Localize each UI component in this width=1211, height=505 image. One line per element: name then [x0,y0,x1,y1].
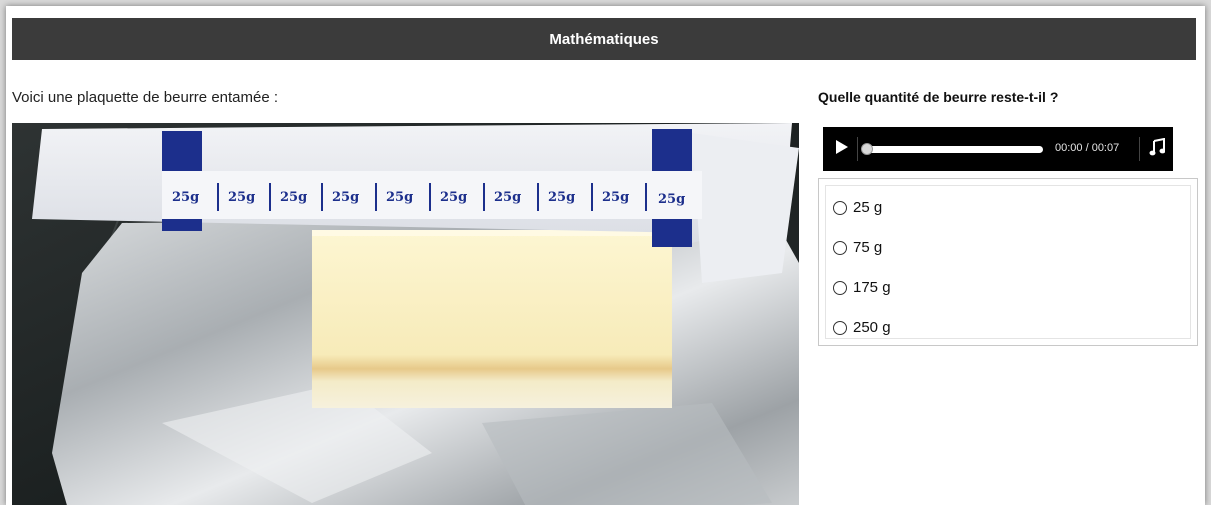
option-175g[interactable]: 175 g [833,279,891,296]
audio-time: 00:00 / 00:07 [1055,142,1120,154]
option-label: 250 g [853,319,891,336]
intro-text: Voici une plaquette de beurre entamée : [12,89,279,106]
page-title: Mathématiques [549,30,659,48]
option-25g[interactable]: 25 g [833,199,882,216]
option-250g[interactable]: 250 g [833,319,891,336]
audio-progress-bar[interactable] [867,146,1043,153]
svg-text:25g: 25g [440,190,467,205]
svg-text:25g: 25g [386,190,413,205]
radio-button[interactable] [833,240,847,255]
butter-photo: 25g 25g 25g 25g 25g 25g 25g 25g 25g 25g [12,123,799,505]
player-divider [857,137,858,161]
play-icon [835,139,849,160]
option-label: 175 g [853,279,891,296]
audio-player[interactable]: 00:00 / 00:07 [823,127,1173,171]
option-75g[interactable]: 75 g [833,239,882,256]
svg-text:25g: 25g [332,190,359,205]
svg-text:25g: 25g [602,190,629,205]
svg-text:25g: 25g [548,190,575,205]
page-frame: Mathématiques Voici une plaquette de beu… [6,6,1205,505]
player-divider [1139,137,1140,161]
audio-progress-handle[interactable] [861,143,873,155]
title-bar: Mathématiques [12,18,1196,60]
svg-text:25g: 25g [280,190,307,205]
option-label: 75 g [853,239,883,256]
option-label: 25 g [853,199,883,216]
svg-text:25g: 25g [228,190,255,205]
music-button[interactable] [1145,127,1169,171]
question-text: Quelle quantité de beurre reste-t-il ? [818,89,1059,105]
radio-button[interactable] [833,280,847,295]
svg-text:25g: 25g [658,192,685,207]
answer-options: 25 g 75 g 175 g 250 g [818,178,1198,346]
radio-button[interactable] [833,200,847,215]
play-button[interactable] [831,127,853,171]
svg-text:25g: 25g [494,190,521,205]
radio-button[interactable] [833,320,847,335]
svg-text:25g: 25g [172,190,199,205]
music-note-icon [1149,137,1166,161]
